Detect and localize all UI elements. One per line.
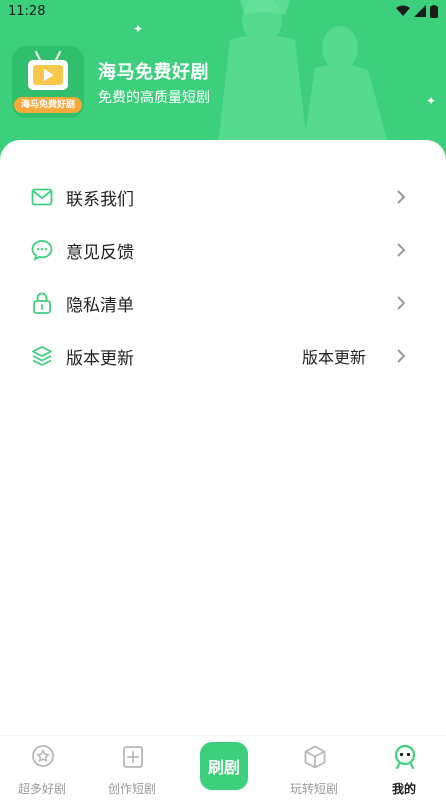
menu-item-privacy-list[interactable]: 隐私清单 (0, 283, 446, 323)
chevron-right-icon (397, 349, 406, 363)
star-badge-icon (32, 745, 54, 767)
app-name: 海马免费好剧 (98, 62, 209, 83)
add-square-icon (123, 746, 143, 768)
menu-item-version-update[interactable]: 版本更新 版本更新 (0, 336, 446, 376)
menu-label: 意见反馈 (66, 242, 134, 263)
tab-label: 玩转短剧 (289, 782, 338, 796)
layers-icon (32, 346, 52, 366)
lock-icon (33, 292, 51, 314)
sparkle-icon: ✦ (133, 22, 144, 36)
menu-item-feedback[interactable]: 意见反馈 (0, 230, 446, 270)
tab-label: 创作短剧 (107, 782, 156, 796)
menu-label: 联系我们 (66, 189, 134, 210)
chevron-right-icon (397, 243, 406, 257)
menu-label: 隐私清单 (66, 295, 134, 316)
menu-label: 版本更新 (66, 348, 134, 369)
logo-caption: 海马免费好剧 (14, 97, 82, 113)
watch-dramas-button[interactable]: 刷剧 (200, 742, 248, 790)
app-logo: 海马免费好剧 (12, 46, 84, 118)
chat-bubble-icon (31, 240, 53, 261)
wifi-icon (396, 5, 410, 16)
tab-label: 超多好剧 (17, 782, 66, 796)
signal-icon (414, 5, 426, 17)
chevron-right-icon (397, 190, 406, 204)
menu-item-contact-us[interactable]: 联系我们 (0, 177, 446, 217)
battery-icon (430, 4, 438, 18)
app-slogan: 免费的高质量短剧 (98, 90, 210, 106)
tab-play-dramas[interactable]: 玩转短剧 (274, 736, 354, 800)
tab-create-drama[interactable]: 创作短剧 (92, 736, 172, 800)
chevron-right-icon (397, 296, 406, 310)
profile-icon (394, 744, 416, 770)
tab-mine[interactable]: 我的 (364, 736, 444, 800)
status-time: 11:28 (8, 3, 46, 19)
tab-featured-dramas[interactable]: 超多好剧 (2, 736, 82, 800)
tab-label: 我的 (391, 782, 416, 796)
version-update-value: 版本更新 (301, 348, 366, 367)
cube-icon (304, 745, 326, 769)
mail-icon (31, 188, 53, 206)
settings-card: 联系我们 意见反馈 隐私清单 版本更新 版本更新 (0, 140, 446, 735)
status-bar: 11:28 (0, 0, 446, 22)
bottom-tab-bar: 超多好剧 创作短剧 刷剧 玩转短剧 我的 (0, 735, 446, 800)
sparkle-icon: ✦ (426, 94, 437, 108)
